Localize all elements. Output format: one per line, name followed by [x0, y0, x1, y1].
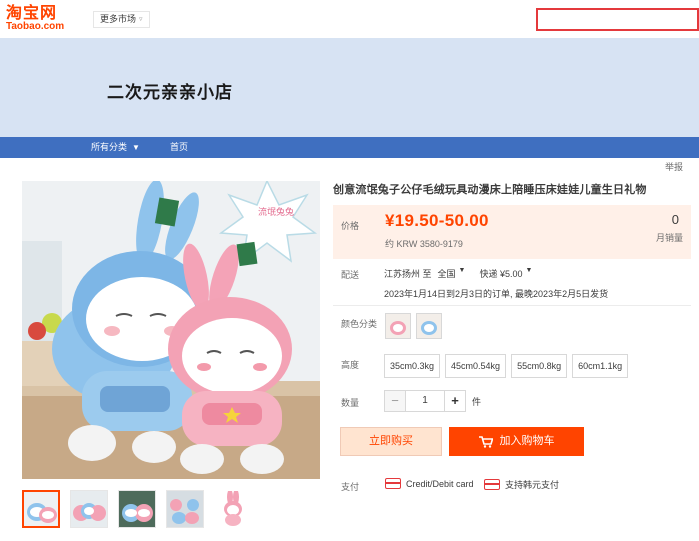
- quantity-input[interactable]: 1: [406, 390, 444, 412]
- price-panel: 价格 ¥19.50-50.00 约 KRW 3580-9179 0 月销量: [333, 205, 691, 259]
- add-to-cart-button[interactable]: 加入购物车: [449, 427, 584, 456]
- product-title: 创意流氓兔子公仔毛绒玩具动漫床上陪睡压床娃娃儿童生日礼物: [333, 184, 647, 196]
- divider: [333, 305, 691, 306]
- payment-label: 支付: [341, 482, 360, 492]
- nav-all-categories[interactable]: 所有分类 ▼: [91, 137, 140, 158]
- shop-nav: 所有分类 ▼ 首页: [0, 137, 699, 158]
- decrement-button[interactable]: −: [384, 390, 406, 412]
- top-bar: 淘宝网 Taobao.com 更多市场 ▿: [0, 0, 699, 38]
- ship-from: 江苏扬州 至: [384, 269, 432, 279]
- thumbnail-2[interactable]: [70, 490, 108, 528]
- price-krw: 约 KRW 3580-9179: [385, 239, 463, 249]
- express-label: 快递 ¥5.00: [479, 269, 523, 279]
- add-to-cart-label: 加入购物车: [499, 435, 555, 447]
- triangle-down-icon: ▼: [132, 143, 140, 152]
- size-option[interactable]: 60cm1.1kg: [572, 354, 629, 378]
- buy-now-button[interactable]: 立即购买: [340, 427, 442, 456]
- express-dropdown[interactable]: 快递 ¥5.00 ▼: [479, 267, 532, 280]
- shipping-label: 配送: [341, 270, 360, 280]
- logo-text-cn: 淘宝网: [6, 3, 58, 22]
- ship-date-note: 2023年1月14日到2月3日的订单, 最晚2023年2月5日发货: [384, 289, 609, 299]
- color-option-blue[interactable]: [416, 313, 442, 339]
- thumbnail-3[interactable]: [118, 490, 156, 528]
- payment-card-option: Credit/Debit card: [385, 478, 474, 489]
- thumbnail-5[interactable]: [214, 490, 252, 528]
- size-option[interactable]: 45cm0.54kg: [445, 354, 507, 378]
- quantity-stepper: − 1 + 件: [384, 390, 481, 412]
- payment-krw-label: 支持韩元支付: [505, 480, 560, 490]
- size-option[interactable]: 55cm0.8kg: [511, 354, 568, 378]
- price-value: ¥19.50-50.00: [385, 211, 489, 230]
- chevron-down-icon: ▼: [458, 267, 466, 274]
- product-main-image[interactable]: 流氓兔兔: [22, 181, 320, 479]
- color-option-pink[interactable]: [385, 313, 411, 339]
- cart-icon: [478, 435, 493, 448]
- color-label: 颜色分类: [341, 319, 378, 329]
- price-label: 价格: [341, 221, 360, 231]
- monthly-sales-label: 月销量: [655, 233, 683, 243]
- more-markets-dropdown[interactable]: 更多市场 ▿: [93, 11, 150, 28]
- taobao-logo[interactable]: 淘宝网 Taobao.com: [6, 4, 78, 34]
- payment-card-label: Credit/Debit card: [406, 478, 474, 489]
- monthly-sales-value: 0: [671, 212, 679, 227]
- nav-home[interactable]: 首页: [170, 137, 188, 158]
- plush-photo: [22, 181, 320, 479]
- height-label: 高度: [341, 360, 360, 370]
- size-option[interactable]: 35cm0.3kg: [384, 354, 441, 378]
- shop-banner: 二次元亲亲小店: [0, 38, 699, 137]
- thumbnail-4[interactable]: [166, 490, 204, 528]
- shipping-info: 江苏扬州 至 全国 ▼ 快递 ¥5.00 ▼: [384, 267, 532, 280]
- ship-to-label: 全国: [437, 269, 456, 279]
- shop-name[interactable]: 二次元亲亲小店: [107, 78, 233, 103]
- ship-to-dropdown[interactable]: 全国 ▼: [438, 267, 466, 280]
- chevron-down-icon: ▿: [139, 16, 143, 23]
- more-markets-label: 更多市场: [100, 14, 137, 24]
- logo-text-en: Taobao.com: [6, 21, 65, 32]
- chevron-down-icon: ▼: [525, 267, 533, 274]
- payment-krw-option: 支持韩元支付: [484, 478, 559, 491]
- size-options: 35cm0.3kg 45cm0.54kg 55cm0.8kg 60cm1.1kg: [384, 354, 629, 378]
- quantity-unit: 件: [472, 396, 482, 407]
- credit-card-icon: [385, 478, 401, 489]
- report-link[interactable]: 举报: [665, 160, 683, 173]
- image-tag-text: 流氓兔兔: [258, 208, 295, 218]
- search-input[interactable]: [536, 8, 699, 31]
- nav-all-categories-label: 所有分类: [91, 142, 128, 152]
- credit-card-icon: [484, 479, 500, 490]
- thumbnail-1[interactable]: [22, 490, 60, 528]
- quantity-label: 数量: [341, 398, 360, 408]
- thumbnail-strip: [22, 490, 252, 528]
- increment-button[interactable]: +: [444, 390, 466, 412]
